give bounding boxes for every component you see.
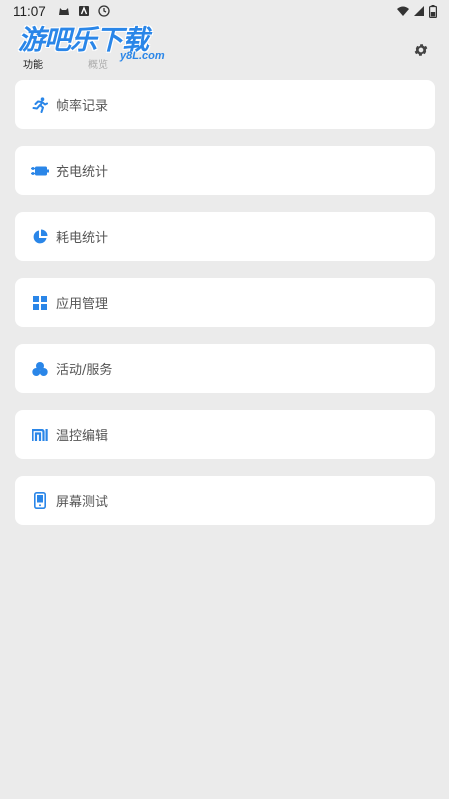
menu-item-label: 帧率记录: [56, 99, 109, 114]
pie-chart-icon: [31, 228, 49, 246]
menu-item-screen-test[interactable]: 屏幕测试: [15, 476, 435, 525]
menu-item-label: 应用管理: [56, 297, 109, 312]
wifi-icon: [397, 6, 409, 16]
status-time: 11:07: [13, 3, 46, 19]
menu-item-fps-record[interactable]: 帧率记录: [15, 80, 435, 129]
mi-icon: [31, 426, 49, 444]
status-notification-icons: [58, 5, 110, 17]
signal-icon: [414, 6, 424, 16]
menu-item-activities-services[interactable]: 活动/服务: [15, 344, 435, 393]
menu-item-label: 活动/服务: [56, 363, 113, 378]
charging-icon: [31, 162, 49, 180]
menu-item-label: 屏幕测试: [56, 495, 109, 510]
battery-icon: [429, 4, 437, 18]
menu-item-label: 耗电统计: [56, 231, 109, 246]
menu-item-app-management[interactable]: 应用管理: [15, 278, 435, 327]
menu-item-power-usage[interactable]: 耗电统计: [15, 212, 435, 261]
menu-item-label: 温控编辑: [56, 429, 109, 444]
cat-icon: [58, 8, 69, 15]
menu-item-label: 充电统计: [56, 165, 109, 180]
grid-icon: [31, 294, 49, 312]
menu-item-thermal-edit[interactable]: 温控编辑: [15, 410, 435, 459]
tab-functions[interactable]: 功能: [23, 56, 43, 71]
status-system-icons: [397, 4, 437, 18]
gear-icon: [414, 44, 428, 56]
circles-icon: [31, 360, 49, 378]
tab-bar: 功能 概览: [0, 56, 449, 76]
tab-overview[interactable]: 概览: [88, 56, 108, 71]
clock-icon: [98, 5, 110, 17]
running-icon: [31, 96, 49, 114]
settings-button[interactable]: [411, 40, 431, 60]
menu-item-charging-stats[interactable]: 充电统计: [15, 146, 435, 195]
android-notice-icon: [78, 6, 89, 16]
phone-icon: [31, 492, 49, 510]
